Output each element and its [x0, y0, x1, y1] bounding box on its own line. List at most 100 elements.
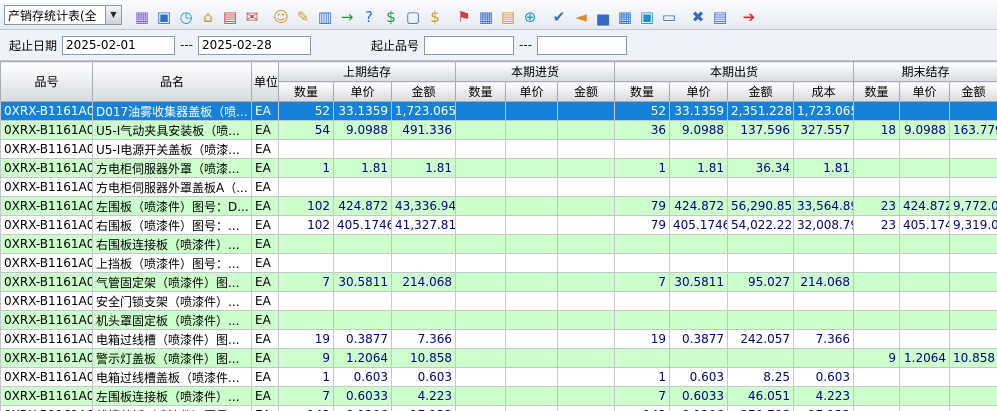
cell-out-price[interactable] [670, 311, 728, 330]
table-row[interactable]: 0XRX-B1161A0...左围板连接板（喷漆件）...EA70.60334.… [1, 387, 997, 406]
cell-out-amount[interactable] [728, 311, 794, 330]
document-icon[interactable]: ▥ [314, 7, 336, 29]
cell-end-price[interactable] [900, 273, 950, 292]
cell-out-qty[interactable] [615, 292, 670, 311]
cell-out-cost[interactable]: 0.603 [794, 368, 854, 387]
cell-out-amount[interactable] [728, 178, 794, 197]
cell-purch-qty[interactable] [456, 387, 506, 406]
cell-end-qty[interactable] [854, 102, 900, 121]
cell-unit[interactable]: EA [252, 121, 279, 140]
cell-prev-qty[interactable]: 1 [279, 368, 334, 387]
cell-unit[interactable]: EA [252, 387, 279, 406]
cell-end-price[interactable] [900, 387, 950, 406]
cell-purch-price[interactable] [506, 349, 558, 368]
cell-end-qty[interactable] [854, 254, 900, 273]
cell-out-price[interactable]: 33.1359 [670, 102, 728, 121]
cell-unit[interactable]: EA [252, 216, 279, 235]
cell-prev-price[interactable]: 1.81 [334, 159, 392, 178]
table-row[interactable]: 0XRX-B1161A0...右围板（喷漆件）图号：...EA102405.17… [1, 216, 997, 235]
cell-item-id[interactable]: 0XRX-B1161A0... [1, 178, 93, 197]
cell-out-price[interactable]: 0.6033 [670, 387, 728, 406]
cell-out-cost[interactable]: 1,723.065 [794, 102, 854, 121]
cell-item-id[interactable]: 0XRX-B1161A0... [1, 387, 93, 406]
cell-prev-qty[interactable] [279, 178, 334, 197]
cell-item-id[interactable]: 0XRX-B1161A0... [1, 349, 93, 368]
books-icon[interactable]: ▤ [497, 7, 519, 29]
cell-item-id[interactable]: 0XRX-B1161A0... [1, 235, 93, 254]
cell-purch-qty[interactable] [456, 216, 506, 235]
cell-out-price[interactable] [670, 349, 728, 368]
cell-end-price[interactable] [900, 178, 950, 197]
cell-item-name[interactable]: D017油雾收集器盖板（喷... [93, 102, 252, 121]
cell-end-qty[interactable] [854, 273, 900, 292]
cell-prev-amount[interactable] [392, 178, 456, 197]
cell-end-amount[interactable] [950, 311, 997, 330]
cell-purch-qty[interactable] [456, 330, 506, 349]
cell-prev-amount[interactable]: 43,336.946 [392, 197, 456, 216]
cell-end-qty[interactable]: 18 [854, 121, 900, 140]
cell-end-amount[interactable]: 9,319.017 [950, 216, 997, 235]
cell-end-amount[interactable] [950, 406, 997, 411]
cell-prev-amount[interactable]: 1.81 [392, 159, 456, 178]
cell-out-price[interactable] [670, 140, 728, 159]
cell-purch-qty[interactable] [456, 368, 506, 387]
bank-icon[interactable]: ▦ [614, 7, 636, 29]
cell-unit[interactable]: EA [252, 330, 279, 349]
cell-purch-amount[interactable] [558, 273, 615, 292]
table-row[interactable]: 0XRX-B1161A0...警示灯盖板（喷漆件）图...EA91.206410… [1, 349, 997, 368]
cell-end-price[interactable] [900, 292, 950, 311]
table-row[interactable]: 0XRX-B1161A0...U5-I气动夹具安装板（喷...EA549.098… [1, 121, 997, 140]
cell-item-name[interactable]: 右围板连接板（喷漆件）... [93, 235, 252, 254]
table-row[interactable]: 0XRX-B1161A0...方电柜伺服器外罩盖板A（...EA [1, 178, 997, 197]
card-icon[interactable]: ▭ [658, 7, 680, 29]
cell-purch-amount[interactable] [558, 159, 615, 178]
cell-unit[interactable]: EA [252, 406, 279, 411]
cell-end-price[interactable] [900, 140, 950, 159]
cell-item-id[interactable]: 0XRX-B1161A0... [1, 254, 93, 273]
cell-purch-qty[interactable] [456, 349, 506, 368]
cell-purch-qty[interactable] [456, 159, 506, 178]
cell-end-qty[interactable] [854, 387, 900, 406]
cell-unit[interactable]: EA [252, 159, 279, 178]
cell-purch-price[interactable] [506, 235, 558, 254]
cell-end-price[interactable] [900, 235, 950, 254]
cell-end-qty[interactable]: 23 [854, 197, 900, 216]
cell-purch-amount[interactable] [558, 254, 615, 273]
close-icon[interactable]: ✖ [687, 7, 709, 29]
cell-purch-amount[interactable] [558, 140, 615, 159]
cell-out-qty[interactable] [615, 254, 670, 273]
cell-out-cost[interactable]: 1.81 [794, 159, 854, 178]
cell-item-id[interactable]: 0XRX-B1161A0... [1, 121, 93, 140]
cell-purch-amount[interactable] [558, 330, 615, 349]
cell-prev-amount[interactable]: 214.068 [392, 273, 456, 292]
cell-out-cost[interactable]: 17.132 [794, 406, 854, 411]
grid-report-icon[interactable]: ▦ [131, 7, 153, 29]
cell-item-name[interactable]: 方电柜伺服器外罩（喷漆... [93, 159, 252, 178]
cell-out-price[interactable]: 1.81 [670, 159, 728, 178]
cell-out-amount[interactable] [728, 349, 794, 368]
cell-out-qty[interactable]: 36 [615, 121, 670, 140]
cell-prev-amount[interactable]: 17.132 [392, 406, 456, 411]
cell-purch-qty[interactable] [456, 235, 506, 254]
cell-out-amount[interactable]: 242.057 [728, 330, 794, 349]
cell-unit[interactable]: EA [252, 102, 279, 121]
cell-prev-qty[interactable]: 1 [279, 159, 334, 178]
cell-end-amount[interactable] [950, 330, 997, 349]
coins-icon[interactable]: $ [424, 7, 446, 29]
cell-item-name[interactable]: 机头罩固定板（喷漆件）... [93, 311, 252, 330]
table-row[interactable]: 0XRX-B1161A0...D017油雾收集器盖板（喷...EA5233.13… [1, 102, 997, 121]
cell-end-qty[interactable] [854, 140, 900, 159]
cell-unit[interactable]: EA [252, 178, 279, 197]
cell-prev-qty[interactable] [279, 254, 334, 273]
cell-prev-qty[interactable]: 102 [279, 216, 334, 235]
cell-out-cost[interactable] [794, 292, 854, 311]
cell-end-price[interactable] [900, 311, 950, 330]
cell-item-id[interactable]: 0XRX-B1161A0... [1, 102, 93, 121]
table-row[interactable]: 0XRX-B1161A0...U5-I电源开关盖板（喷漆...EA [1, 140, 997, 159]
cell-prev-price[interactable]: 30.5811 [334, 273, 392, 292]
users-icon[interactable]: ☺ [270, 7, 292, 29]
cell-out-qty[interactable]: 1 [615, 159, 670, 178]
cell-out-cost[interactable] [794, 178, 854, 197]
cell-prev-amount[interactable] [392, 254, 456, 273]
cell-prev-qty[interactable] [279, 235, 334, 254]
